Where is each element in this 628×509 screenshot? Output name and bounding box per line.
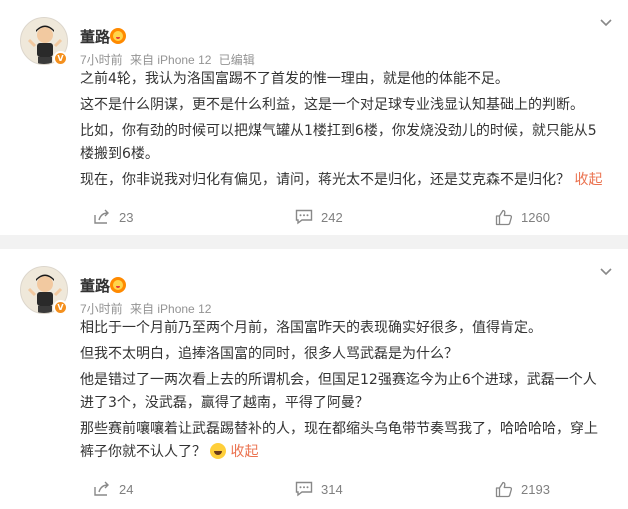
comment-count: 314 [321,481,343,497]
weibo-post-1: V 董路 7小时前 来自 iPhone 12 已编辑 之前4轮，我认为洛国富踢不… [0,0,628,235]
comment-icon [295,481,313,497]
paragraph-last: 现在，你非说我对归化有偏见，请问，蒋光太不是归化，还是艾克森不是归化？ 收起 [80,169,610,192]
post-content: 相比于一个月前乃至两个月前，洛国富昨天的表现确实好很多，值得肯定。 但我不太明白… [80,317,610,467]
paragraph: 相比于一个月前乃至两个月前，洛国富昨天的表现确实好很多，值得肯定。 [80,320,542,336]
like-count: 2193 [521,481,550,497]
like-count: 1260 [521,209,550,225]
share-icon [94,481,109,496]
paragraph: 之前4轮，我认为洛国富踢不了首发的惟一理由，就是他的体能不足。 [80,71,509,87]
post-meta: 7小时前 来自 iPhone 12 已编辑 [80,51,259,68]
paragraph: 这不是什么阴谋，更不是什么利益，这是一个对足球专业浅显认知基础上的判断。 [80,97,584,113]
comment-button[interactable]: 314 [295,478,343,500]
post-separator [0,235,628,249]
share-icon [94,209,109,224]
action-bar: 24 314 2193 [0,478,628,500]
collapse-link[interactable]: 收起 [574,172,602,188]
thumbs-up-icon [495,209,513,225]
like-button[interactable]: 1260 [495,206,550,228]
smile-emoji-icon [210,443,227,459]
paragraph-text: 那些赛前嚷嚷着让武磊踢替补的人，现在都缩头乌龟带节奏骂我了，哈哈哈哈，穿上裤子你… [80,421,598,460]
verified-badge-icon: V [53,51,68,66]
share-count: 24 [119,481,134,497]
post-content: 之前4轮，我认为洛国富踢不了首发的惟一理由，就是他的体能不足。 这不是什么阴谋，… [80,68,610,195]
post-source: 来自 iPhone 12 [130,302,212,316]
paragraph: 比如，你有劲的时候可以把煤气罐从1楼扛到6楼，你发烧没劲儿的时候，就只能从5楼搬… [80,123,597,162]
paragraph-last: 那些赛前嚷嚷着让武磊踢替补的人，现在都缩头乌龟带节奏骂我了，哈哈哈哈，穿上裤子你… [80,418,610,464]
comment-button[interactable]: 242 [295,206,343,228]
chevron-down-icon[interactable] [598,15,614,31]
paragraph: 他是错过了一两次看上去的所谓机会，但国足12强赛迄今为止6个进球，武磊一个人进了… [80,372,597,411]
post-time[interactable]: 7小时前 [80,53,123,67]
paragraph: 但我不太明白，追捧洛国富的同时，很多人骂武磊是为什么？ [80,346,458,362]
share-count: 23 [119,209,134,225]
member-badge-icon [110,28,126,44]
weibo-post-2: V 董路 7小时前 来自 iPhone 12 相比于一个月前乃至两个月前，洛国富… [0,249,628,509]
paragraph-text: 现在，你非说我对归化有偏见，请问，蒋光太不是归化，还是艾克森不是归化？ [80,172,570,188]
comment-icon [295,209,313,225]
action-bar: 23 242 1260 [0,206,628,228]
post-source: 来自 iPhone 12 [130,53,212,67]
comment-count: 242 [321,209,343,225]
author-name[interactable]: 董路 [80,26,110,47]
share-button[interactable]: 23 [93,206,133,228]
share-button[interactable]: 24 [93,478,133,500]
verified-badge-icon: V [53,300,68,315]
member-badge-icon [110,277,126,293]
author-name[interactable]: 董路 [80,275,110,296]
post-time[interactable]: 7小时前 [80,302,123,316]
post-meta: 7小时前 来自 iPhone 12 [80,300,215,317]
thumbs-up-icon [495,481,513,497]
like-button[interactable]: 2193 [495,478,550,500]
collapse-link[interactable]: 收起 [230,444,258,460]
edited-label[interactable]: 已编辑 [219,53,255,67]
chevron-down-icon[interactable] [598,264,614,280]
